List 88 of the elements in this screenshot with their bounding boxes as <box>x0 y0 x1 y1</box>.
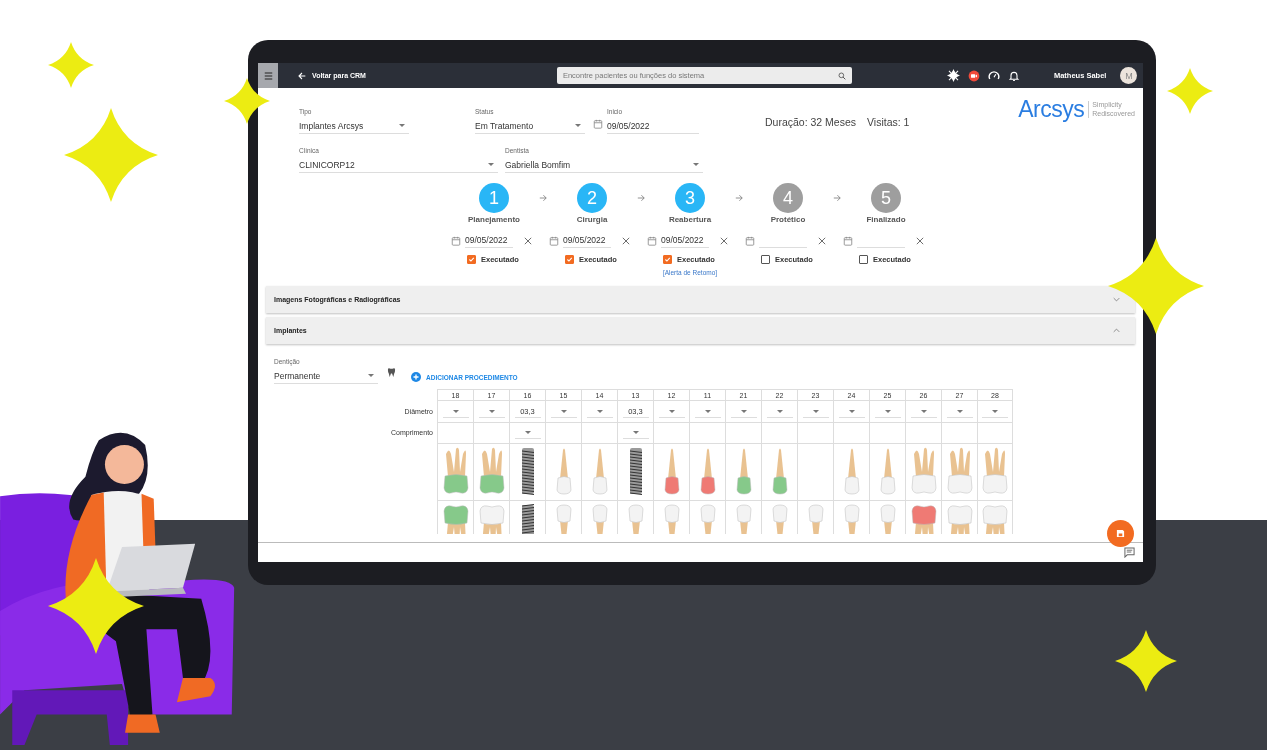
calendar-icon[interactable] <box>593 119 603 129</box>
caret-icon <box>399 124 405 127</box>
implant-icon[interactable] <box>521 504 534 534</box>
menu-icon <box>263 71 273 80</box>
step-label: Finalizado <box>865 215 907 224</box>
caret-icon <box>776 409 783 413</box>
arrow-right-icon <box>833 194 841 202</box>
date-field[interactable]: 09/05/2022 <box>607 118 699 134</box>
caret-icon <box>704 409 711 413</box>
search-icon <box>837 71 846 80</box>
close-icon[interactable] <box>622 236 630 245</box>
arrow-right-icon <box>539 194 547 202</box>
sparkle-icon <box>64 108 158 202</box>
caret-icon <box>884 409 891 413</box>
close-icon[interactable] <box>916 236 924 245</box>
sparkle-icon <box>1167 68 1213 114</box>
visits-text: Visitas: 1 <box>867 116 910 128</box>
close-icon[interactable] <box>524 236 532 245</box>
sparkle-icon <box>224 78 270 124</box>
close-icon[interactable] <box>720 236 728 245</box>
plus-icon <box>411 372 421 382</box>
caret-icon <box>693 163 699 166</box>
caret-icon <box>560 409 567 413</box>
speedometer-icon[interactable] <box>987 69 1000 82</box>
logo-wordmark: Arcsys <box>1018 96 1085 123</box>
arrow-right-icon <box>637 194 645 202</box>
arrow-right-icon <box>735 194 743 202</box>
back-arrow-icon <box>298 71 306 80</box>
date-field[interactable]: 09/05/2022 <box>465 233 513 248</box>
step-label: Planejamento <box>467 215 521 224</box>
step-number: 3 <box>675 183 705 213</box>
save-icon <box>1116 529 1125 538</box>
caret-icon <box>848 409 855 413</box>
dropdown[interactable]: Em Tratamento <box>475 118 585 134</box>
sparkle-icon <box>1108 238 1204 334</box>
date-field[interactable]: 09/05/2022 <box>661 233 709 248</box>
caret-icon <box>488 409 495 413</box>
sparkle-icon <box>48 558 144 654</box>
caret-icon <box>632 431 639 434</box>
calendar-icon[interactable] <box>647 235 657 246</box>
sparkle-icon <box>48 42 94 88</box>
save-button[interactable] <box>1107 520 1134 547</box>
dropdown[interactable]: Permanente <box>274 368 378 384</box>
caret-icon <box>812 409 819 413</box>
caret-icon <box>740 409 747 413</box>
implant-icon[interactable] <box>629 448 642 495</box>
step-number: 1 <box>479 183 509 213</box>
step-label: Protético <box>769 215 807 224</box>
caret-icon <box>368 374 374 377</box>
caret-icon <box>488 163 494 166</box>
step-label: Reabertura <box>667 215 713 224</box>
step-number: 5 <box>871 183 901 213</box>
duration-text: Duração: 32 Meses <box>765 116 857 128</box>
caret-icon <box>452 409 459 413</box>
calendar-icon[interactable] <box>745 235 755 246</box>
sparkle-icon[interactable] <box>946 69 960 82</box>
calendar-icon[interactable] <box>451 235 461 246</box>
checkbox[interactable] <box>859 255 868 264</box>
tooth-icon[interactable] <box>387 368 396 377</box>
caret-icon <box>920 409 927 413</box>
close-icon[interactable] <box>818 236 826 245</box>
dropdown[interactable]: Gabriella Bomfim <box>505 157 703 173</box>
step-number: 2 <box>577 183 607 213</box>
implant-icon[interactable] <box>521 448 534 495</box>
caret-icon <box>596 409 603 413</box>
calendar-icon[interactable] <box>843 235 853 246</box>
menu-button[interactable] <box>258 63 278 88</box>
checkbox[interactable] <box>761 255 770 264</box>
checkbox[interactable] <box>663 255 672 264</box>
video-icon[interactable] <box>967 69 980 82</box>
chevron-up-icon <box>1113 328 1120 333</box>
caret-icon <box>524 431 531 434</box>
caret-icon <box>956 409 963 413</box>
calendar-icon[interactable] <box>549 235 559 246</box>
checkbox[interactable] <box>467 255 476 264</box>
caret-icon <box>668 409 675 413</box>
step-label: Cirurgia <box>575 215 609 224</box>
checkbox[interactable] <box>565 255 574 264</box>
chat-icon[interactable] <box>1124 547 1135 558</box>
chevron-down-icon <box>1113 297 1120 302</box>
date-field[interactable]: 09/05/2022 <box>563 233 611 248</box>
step-number: 4 <box>773 183 803 213</box>
dropdown[interactable]: Implantes Arcsys <box>299 118 409 134</box>
sparkle-icon <box>1115 630 1177 692</box>
caret-icon <box>575 124 581 127</box>
dropdown[interactable]: CLINICORP12 <box>299 157 498 173</box>
bell-icon[interactable] <box>1007 69 1020 82</box>
caret-icon <box>992 409 998 413</box>
